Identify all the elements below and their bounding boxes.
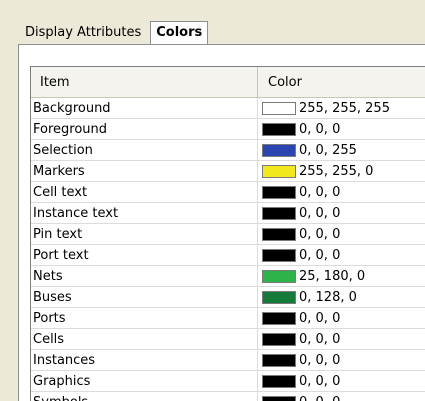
item-name-cell: Buses <box>31 287 258 307</box>
color-value: 0, 0, 0 <box>299 374 340 389</box>
color-cell[interactable]: 255, 255, 0 <box>258 161 425 181</box>
colors-table: Item Color Background 255, 255, 255 Foregr… <box>30 66 425 401</box>
item-name-cell: Background <box>31 98 258 118</box>
color-cell[interactable]: 0, 0, 0 <box>258 224 425 244</box>
color-cell[interactable]: 0, 0, 0 <box>258 350 425 370</box>
item-name-cell: Cells <box>31 329 258 349</box>
table-row[interactable]: Port text 0, 0, 0 <box>31 245 425 266</box>
settings-panel: Display Attributes Colors Item Color Bac… <box>0 0 425 400</box>
column-header-color[interactable]: Color <box>258 67 425 97</box>
color-cell[interactable]: 0, 0, 0 <box>258 371 425 391</box>
color-swatch[interactable] <box>262 228 296 241</box>
color-value: 0, 0, 0 <box>299 122 340 137</box>
tab-colors[interactable]: Colors <box>150 21 208 44</box>
table-row[interactable]: Selection 0, 0, 255 <box>31 140 425 161</box>
color-value: 0, 0, 0 <box>299 227 340 242</box>
color-swatch[interactable] <box>262 333 296 346</box>
color-value: 25, 180, 0 <box>299 269 365 284</box>
color-swatch[interactable] <box>262 312 296 325</box>
color-value: 0, 0, 0 <box>299 311 340 326</box>
item-name-cell: Markers <box>31 161 258 181</box>
color-cell[interactable]: 0, 0, 0 <box>258 182 425 202</box>
color-cell[interactable]: 0, 0, 0 <box>258 203 425 223</box>
color-value: 0, 0, 0 <box>299 332 340 347</box>
table-body: Background 255, 255, 255 Foreground 0, 0, 0… <box>31 98 425 401</box>
color-cell[interactable]: 255, 255, 255 <box>258 98 425 118</box>
item-name-cell: Pin text <box>31 224 258 244</box>
tab-strip: Display Attributes Colors <box>18 21 208 44</box>
color-swatch[interactable] <box>262 186 296 199</box>
item-name-cell: Cell text <box>31 182 258 202</box>
item-name-cell: Foreground <box>31 119 258 139</box>
table-row[interactable]: Markers 255, 255, 0 <box>31 161 425 182</box>
color-swatch[interactable] <box>262 375 296 388</box>
color-value: 0, 128, 0 <box>299 290 357 305</box>
table-row[interactable]: Cells 0, 0, 0 <box>31 329 425 350</box>
color-value: 255, 255, 0 <box>299 164 373 179</box>
table-row[interactable]: Pin text 0, 0, 0 <box>31 224 425 245</box>
color-value: 0, 0, 0 <box>299 206 340 221</box>
color-swatch[interactable] <box>262 396 296 401</box>
color-cell[interactable]: 0, 128, 0 <box>258 287 425 307</box>
color-swatch[interactable] <box>262 123 296 136</box>
color-swatch[interactable] <box>262 102 296 115</box>
color-value: 255, 255, 255 <box>299 101 390 116</box>
color-cell[interactable]: 0, 0, 0 <box>258 119 425 139</box>
color-value: 0, 0, 0 <box>299 353 340 368</box>
item-name-cell: Nets <box>31 266 258 286</box>
table-row[interactable]: Ports 0, 0, 0 <box>31 308 425 329</box>
column-header-item[interactable]: Item <box>31 67 258 97</box>
color-value: 0, 0, 0 <box>299 395 340 401</box>
color-swatch[interactable] <box>262 144 296 157</box>
color-cell[interactable]: 0, 0, 0 <box>258 308 425 328</box>
table-row[interactable]: Instances 0, 0, 0 <box>31 350 425 371</box>
color-value: 0, 0, 0 <box>299 248 340 263</box>
item-name-cell: Instance text <box>31 203 258 223</box>
tab-display-attributes[interactable]: Display Attributes <box>18 23 148 44</box>
item-name-cell: Instances <box>31 350 258 370</box>
item-name-cell: Selection <box>31 140 258 160</box>
table-row[interactable]: Foreground 0, 0, 0 <box>31 119 425 140</box>
color-cell[interactable]: 0, 0, 255 <box>258 140 425 160</box>
table-row[interactable]: Background 255, 255, 255 <box>31 98 425 119</box>
item-name-cell: Port text <box>31 245 258 265</box>
color-cell[interactable]: 0, 0, 0 <box>258 245 425 265</box>
table-row[interactable]: Nets 25, 180, 0 <box>31 266 425 287</box>
color-cell[interactable]: 0, 0, 0 <box>258 329 425 349</box>
table-header: Item Color <box>31 67 425 98</box>
color-swatch[interactable] <box>262 249 296 262</box>
table-row[interactable]: Instance text 0, 0, 0 <box>31 203 425 224</box>
color-swatch[interactable] <box>262 291 296 304</box>
color-swatch[interactable] <box>262 354 296 367</box>
color-swatch[interactable] <box>262 207 296 220</box>
color-value: 0, 0, 0 <box>299 185 340 200</box>
table-row[interactable]: Buses 0, 128, 0 <box>31 287 425 308</box>
color-swatch[interactable] <box>262 165 296 178</box>
item-name-cell: Graphics <box>31 371 258 391</box>
color-cell[interactable]: 25, 180, 0 <box>258 266 425 286</box>
table-row[interactable]: Cell text 0, 0, 0 <box>31 182 425 203</box>
color-value: 0, 0, 255 <box>299 143 357 158</box>
item-name-cell: Ports <box>31 308 258 328</box>
color-swatch[interactable] <box>262 270 296 283</box>
table-row[interactable]: Graphics 0, 0, 0 <box>31 371 425 392</box>
